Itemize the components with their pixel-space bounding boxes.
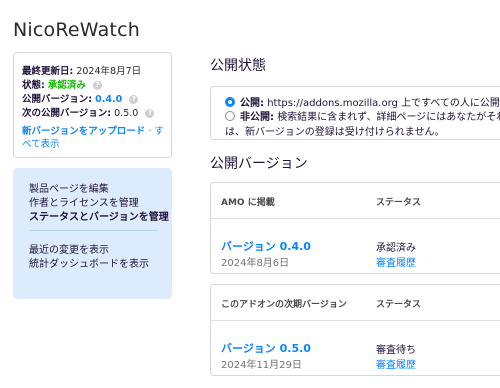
nav-edit-product-page[interactable]: 製品ページを編集 <box>29 180 109 195</box>
unlisted-description: 検索結果に含まれず、詳細ページにはあなたがそれ <box>277 112 500 123</box>
public-version-label: 公開バージョン: <box>22 94 93 105</box>
status-value: 承認済み <box>47 80 86 91</box>
page-title: NicoReWatch <box>13 19 140 41</box>
review-history-link[interactable]: 審査履歴 <box>376 254 416 269</box>
last-updated-label: 最終更新日: <box>22 66 74 77</box>
help-icon[interactable]: ? <box>145 109 155 118</box>
table-header: このアドオンの次期バージョン ステータス <box>211 285 500 321</box>
versions-title: 公開バージョン <box>210 156 308 172</box>
nav-manage-authors-license[interactable]: 作者とライセンスを管理 <box>29 194 139 209</box>
col-header-listed: AMO に掲載 <box>221 198 275 208</box>
version-link[interactable]: バージョン 0.5.0 <box>221 340 311 356</box>
radio-checked-icon[interactable] <box>225 97 235 107</box>
visibility-unlisted-option[interactable]: 非公開: 検索結果に含まれず、詳細ページにはあなたがそれ <box>225 108 500 123</box>
table-header: AMO に掲載 ステータス <box>211 183 500 219</box>
public-version-row: 公開バージョン: 0.4.0 ? <box>22 91 139 105</box>
unlisted-label: 非公開: <box>240 112 274 123</box>
col-header-next: このアドオンの次期バージョン <box>221 300 347 310</box>
addon-info-card: 最終更新日: 2024年8月7日 状態: 承認済み ? 公開バージョン: 0.4… <box>13 52 172 158</box>
version-status: 承認済み <box>376 243 416 254</box>
next-version-card: このアドオンの次期バージョン ステータス バージョン 0.5.0 2024年11… <box>210 284 500 376</box>
upload-links: 新バージョンをアップロード · すべて表示 <box>22 125 172 151</box>
nav-manage-status-versions[interactable]: ステータスとバージョンを管理 <box>29 208 169 223</box>
upload-new-version-link[interactable]: 新バージョンをアップロード <box>22 126 145 137</box>
visibility-title: 公開状態 <box>210 58 266 74</box>
status-row: 状態: 承認済み ? <box>22 77 102 91</box>
version-date: 2024年11月29日 <box>221 360 302 371</box>
version-date: 2024年8月6日 <box>221 258 290 269</box>
col-header-status: ステータス <box>376 300 422 310</box>
next-version-label: 次の公開バージョン: <box>22 108 112 119</box>
nav-recent-changes[interactable]: 最近の変更を表示 <box>29 241 109 256</box>
version-link[interactable]: バージョン 0.4.0 <box>221 238 311 254</box>
sidebar-nav: 製品ページを編集 作者とライセンスを管理 ステータスとバージョンを管理 最近の変… <box>13 168 172 299</box>
link-separator: · <box>148 126 152 137</box>
status-label: 状態: <box>22 80 45 91</box>
help-icon[interactable]: ? <box>129 95 139 104</box>
version-status: 審査待ち <box>376 345 416 356</box>
help-icon[interactable]: ? <box>92 81 102 90</box>
last-updated-row: 最終更新日: 2024年8月7日 <box>22 63 141 77</box>
nav-divider <box>29 230 157 231</box>
next-version-row: 次の公開バージョン: 0.5.0 ? <box>22 105 155 119</box>
radio-unchecked-icon[interactable] <box>225 111 235 121</box>
unlisted-description-cont: は、新バージョンの登録は受け付けられません。 <box>225 127 445 138</box>
visibility-box: 公開: https://addons.mozilla.org 上ですべての人に公… <box>210 86 500 140</box>
listed-version-card: AMO に掲載 ステータス バージョン 0.4.0 2024年8月6日 承認済み… <box>210 182 500 274</box>
col-header-status: ステータス <box>376 198 422 208</box>
public-version-link[interactable]: 0.4.0 <box>95 94 122 105</box>
visibility-public-option[interactable]: 公開: https://addons.mozilla.org 上ですべての人に公… <box>225 94 500 109</box>
last-updated-value: 2024年8月7日 <box>76 66 142 77</box>
review-history-link[interactable]: 審査履歴 <box>376 356 416 371</box>
next-version-value: 0.5.0 <box>114 108 139 119</box>
nav-stats-dashboard[interactable]: 統計ダッシュボードを表示 <box>29 255 149 270</box>
